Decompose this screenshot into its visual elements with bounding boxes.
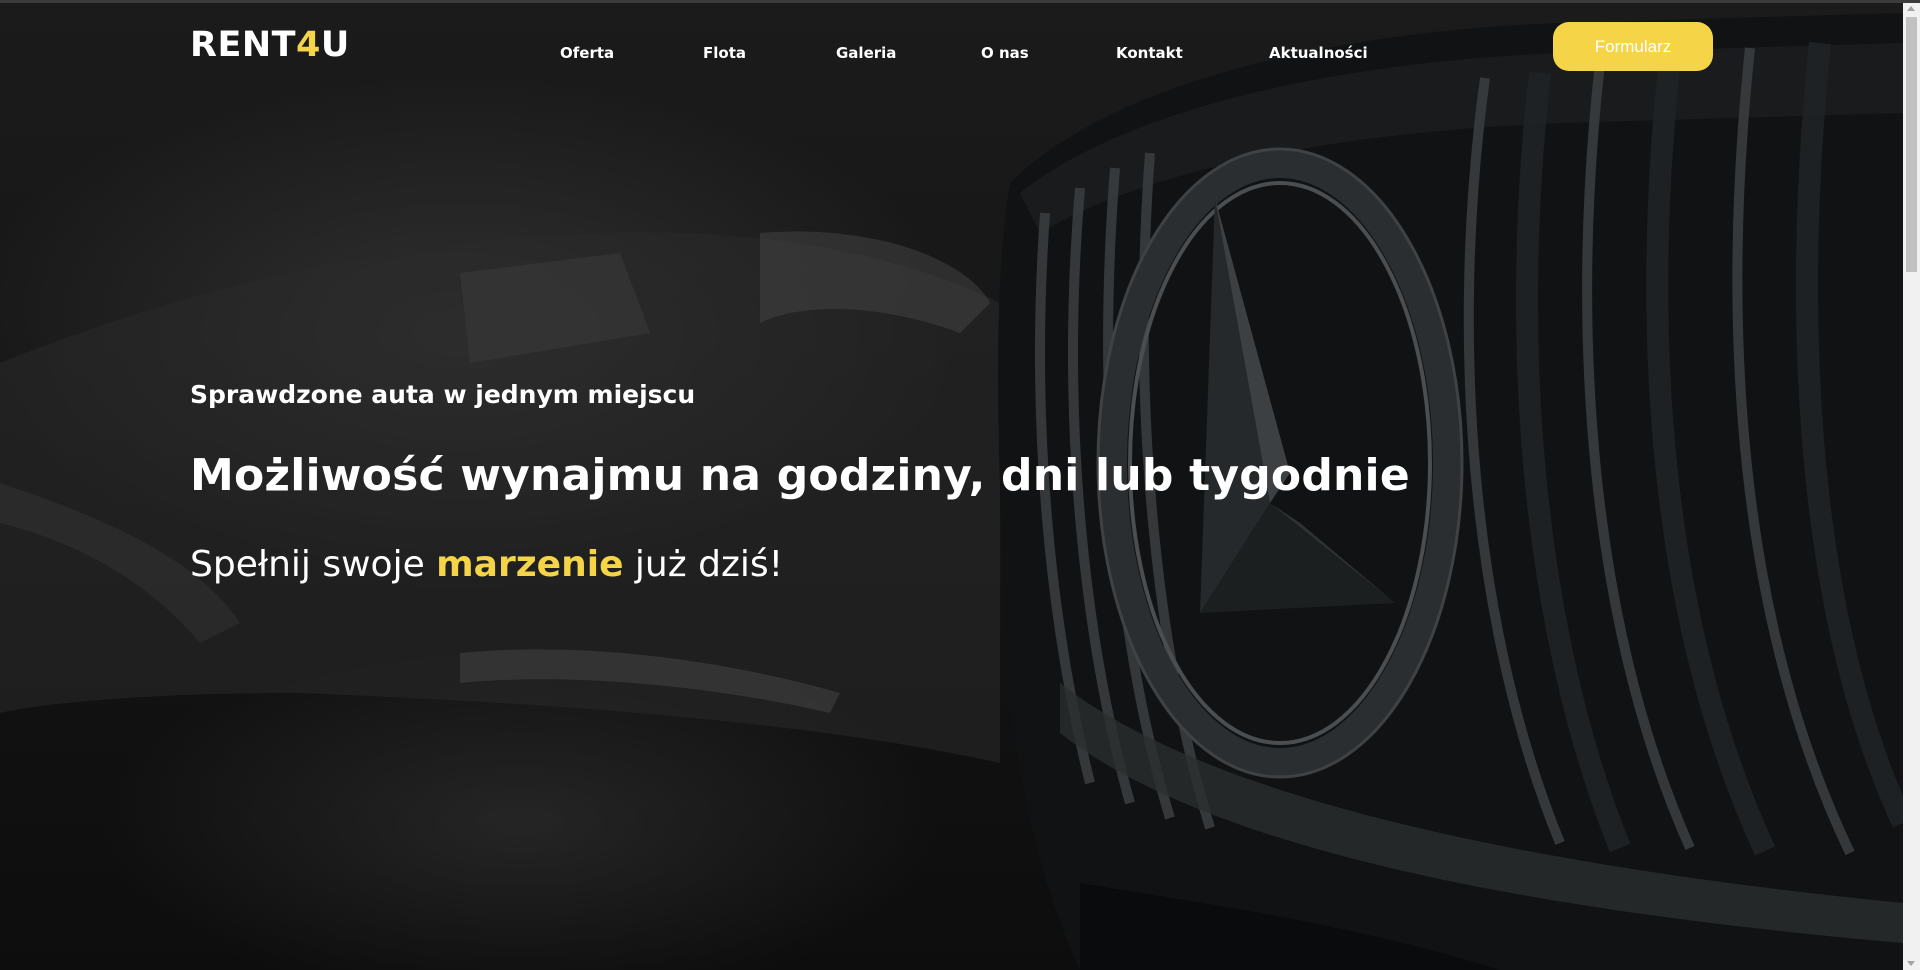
nav-item-aktualnosci[interactable]: Aktualności (1269, 44, 1368, 62)
nav-item-kontakt[interactable]: Kontakt (1116, 44, 1183, 62)
tagline-end: już dziś! (623, 544, 784, 585)
scroll-up-arrow-icon[interactable] (1907, 6, 1915, 11)
nav-item-flota[interactable]: Flota (703, 44, 746, 62)
nav-item-galeria[interactable]: Galeria (836, 44, 896, 62)
hero-subtitle: Sprawdzone auta w jednym miejscu (190, 380, 696, 409)
tagline-highlight: marzenie (436, 544, 624, 585)
nav-item-o-nas[interactable]: O nas (981, 44, 1029, 62)
hero-tagline: Spełnij swoje marzenie już dziś! (190, 544, 783, 585)
logo-text-end: U (320, 25, 350, 65)
tagline-start: Spełnij swoje (190, 544, 437, 585)
page-scrollbar[interactable] (1903, 3, 1920, 970)
brand-logo[interactable]: RENT4U (190, 25, 350, 65)
logo-text-accent: 4 (296, 25, 321, 65)
scroll-down-arrow-icon[interactable] (1907, 961, 1915, 966)
logo-text-main: RENT (190, 25, 297, 65)
form-button[interactable]: Formularz (1553, 22, 1713, 71)
nav-item-oferta[interactable]: Oferta (560, 44, 614, 62)
scrollbar-thumb[interactable] (1906, 17, 1917, 272)
hero-headline: Możliwość wynajmu na godziny, dni lub ty… (190, 450, 1410, 501)
